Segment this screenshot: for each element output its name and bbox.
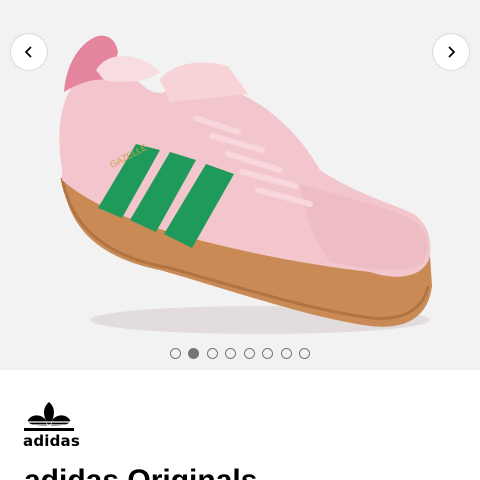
next-image-button[interactable] [432,33,470,71]
chevron-right-icon [448,46,456,58]
brand-wordmark: adidas [23,432,80,450]
pagination-dot[interactable] [262,348,274,359]
pagination-dot[interactable] [169,348,181,359]
previous-image-button[interactable] [10,33,48,71]
pagination-dot[interactable] [225,348,237,359]
pagination-dot[interactable] [243,348,255,359]
chevron-left-icon [24,46,32,58]
product-gallery[interactable]: GAZELLE [0,0,480,370]
pagination-dot-active[interactable] [188,348,200,359]
pagination-dot[interactable] [280,348,292,359]
product-title: adidas Originals [24,464,257,480]
brand-logo[interactable]: adidas [22,400,80,450]
adidas-trefoil-logo-icon [24,402,74,431]
pagination-dot[interactable] [299,348,311,359]
product-image: GAZELLE [59,35,432,334]
pagination-dot[interactable] [206,348,218,359]
product-info: adidas adidas Originals [0,370,480,480]
gallery-pagination [0,348,480,360]
